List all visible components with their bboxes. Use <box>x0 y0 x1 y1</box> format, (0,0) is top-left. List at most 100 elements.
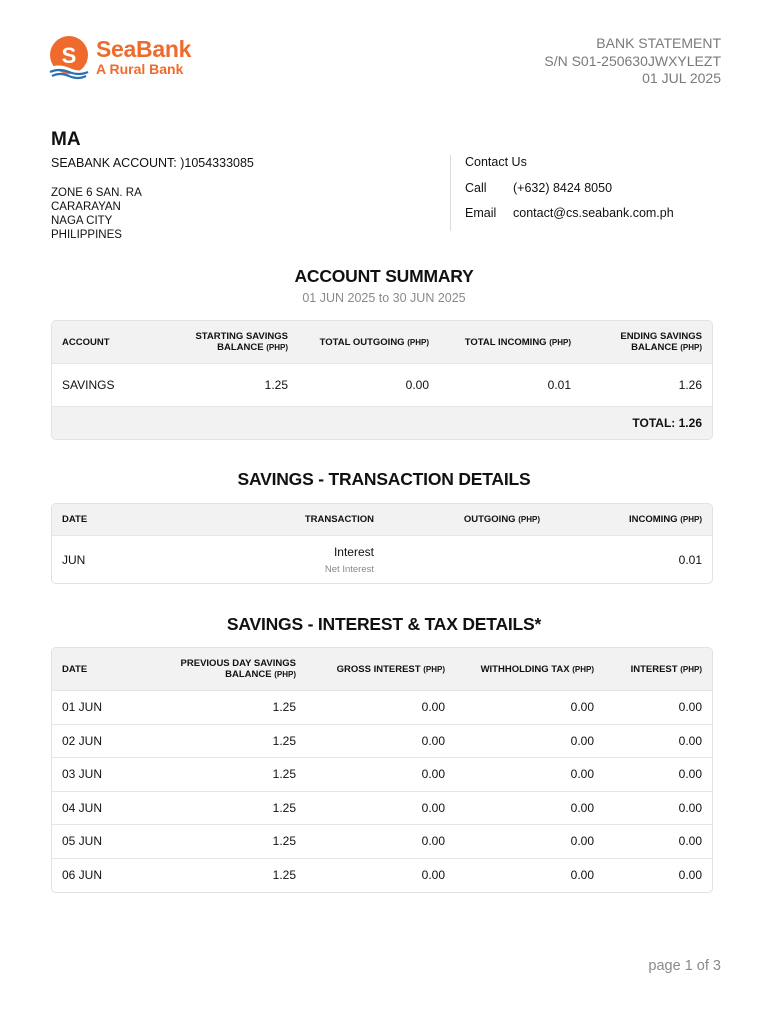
statement-period: 01 JUN 2025 to 30 JUN 2025 <box>302 291 466 305</box>
table-header: ACCOUNT STARTING SAVINGS BALANCE (PHP) T… <box>52 321 712 364</box>
col-date: DATE <box>62 514 88 525</box>
col-incoming: INCOMING (PHP) <box>550 514 712 525</box>
table-row: 03 JUN 1.25 0.00 0.00 0.00 <box>52 758 712 792</box>
contact-call-label: Call <box>465 181 487 195</box>
interest-gross: 0.00 <box>421 767 445 782</box>
interest-net: 0.00 <box>678 767 702 782</box>
contact-title: Contact Us <box>465 155 527 169</box>
col-transaction: TRANSACTION <box>304 514 374 525</box>
col-total-incoming: TOTAL INCOMING (PHP) <box>439 337 581 348</box>
col-starting-balance: STARTING SAVINGS BALANCE (PHP) <box>170 331 298 353</box>
col-interest: INTEREST (PHP) <box>604 664 712 675</box>
page-number: page 1 of 3 <box>648 958 721 974</box>
interest-date: 03 JUN <box>62 767 103 782</box>
tx-incoming: 0.01 <box>678 552 702 567</box>
interest-tax: 0.00 <box>570 767 594 782</box>
contact-email[interactable]: contact@cs.seabank.com.ph <box>513 206 674 220</box>
contact-call-row: Call (+632) 8424 8050 <box>465 181 674 195</box>
col-incoming-label: INCOMING <box>629 514 678 525</box>
interest-tax: 0.00 <box>570 834 594 849</box>
table-row: JUN Interest Net Interest 0.01 <box>52 536 712 583</box>
seabank-logo: S SeaBank A Rural Bank <box>46 34 191 80</box>
col-unit: (PHP) <box>680 664 702 674</box>
col-prev-balance: PREVIOUS DAY SAVINGS BALANCE (PHP) <box>162 658 306 680</box>
col-withholding-tax: WITHHOLDING TAX (PHP) <box>455 664 604 675</box>
col-starting-label-2: BALANCE <box>217 342 264 353</box>
summary-account: SAVINGS <box>62 378 115 392</box>
col-outgoing-label: OUTGOING <box>463 514 516 525</box>
address-line: CARARAYAN <box>51 201 121 213</box>
interest-date: 04 JUN <box>62 800 103 815</box>
summary-outgoing: 0.00 <box>405 378 429 392</box>
interest-gross: 0.00 <box>421 834 445 849</box>
col-prev-label-2: BALANCE <box>225 669 272 680</box>
transaction-details-title: SAVINGS - TRANSACTION DETAILS <box>237 469 531 489</box>
interest-net: 0.00 <box>678 700 702 715</box>
account-summary-table: ACCOUNT STARTING SAVINGS BALANCE (PHP) T… <box>51 320 713 440</box>
col-unit: (PHP) <box>274 670 296 679</box>
interest-net: 0.00 <box>678 834 702 849</box>
summary-incoming: 0.01 <box>547 378 571 392</box>
summary-starting: 1.25 <box>264 378 288 392</box>
statement-date: 01 JUL 2025 <box>642 70 721 86</box>
contact-phone[interactable]: (+632) 8424 8050 <box>513 181 612 195</box>
statement-serial: S/N S01-250630JWXYLEZT <box>544 52 721 69</box>
summary-ending: 1.26 <box>678 378 702 392</box>
table-header: DATE TRANSACTION OUTGOING (PHP) INCOMING… <box>52 504 712 536</box>
interest-net: 0.00 <box>678 800 702 815</box>
address-line: PHILIPPINES <box>51 229 122 241</box>
brand-name: SeaBank <box>96 36 192 62</box>
col-unit: (PHP) <box>407 337 429 347</box>
seabank-logo-icon: S <box>46 34 92 80</box>
table-row: 02 JUN 1.25 0.00 0.00 0.00 <box>52 725 712 758</box>
tx-subtype: Net Interest <box>324 563 374 575</box>
col-ending-label-2: BALANCE <box>631 342 678 353</box>
interest-gross: 0.00 <box>421 733 445 748</box>
svg-text:S: S <box>62 43 77 68</box>
tx-date: JUN <box>62 552 86 567</box>
col-unit: (PHP) <box>266 343 288 352</box>
summary-total-row: TOTAL: 1.26 <box>52 407 712 439</box>
summary-total: TOTAL: 1.26 <box>632 416 702 430</box>
account-summary-title: ACCOUNT SUMMARY <box>294 266 474 286</box>
interest-net: 0.00 <box>678 868 702 883</box>
col-unit: (PHP) <box>680 343 702 352</box>
tx-description: Interest Net Interest <box>172 545 384 575</box>
tx-type: Interest <box>333 544 374 559</box>
interest-balance: 1.25 <box>272 733 296 748</box>
interest-gross: 0.00 <box>421 868 445 883</box>
col-unit: (PHP) <box>572 664 594 674</box>
col-outgoing: OUTGOING (PHP) <box>384 514 550 525</box>
customer-address: ZONE 6 SAN. RA CARARAYAN NAGA CITY PHILI… <box>51 186 142 242</box>
col-unit: (PHP) <box>680 515 702 524</box>
interest-balance: 1.25 <box>272 700 296 715</box>
contact-block: Contact Us Call (+632) 8424 8050 Email c… <box>465 155 674 231</box>
interest-tax: 0.00 <box>570 868 594 883</box>
table-header: DATE PREVIOUS DAY SAVINGS BALANCE (PHP) … <box>52 648 712 691</box>
interest-balance: 1.25 <box>272 767 296 782</box>
customer-name: MA <box>51 129 81 150</box>
table-row: 01 JUN 1.25 0.00 0.00 0.00 <box>52 691 712 725</box>
interest-tax: 0.00 <box>570 700 594 715</box>
interest-tax: 0.00 <box>570 800 594 815</box>
interest-date: 02 JUN <box>62 733 103 748</box>
interest-date: 01 JUN <box>62 700 103 715</box>
col-tax-label: WITHHOLDING TAX <box>480 663 570 675</box>
col-interest-label: INTEREST <box>630 663 678 675</box>
interest-tax-table: DATE PREVIOUS DAY SAVINGS BALANCE (PHP) … <box>51 647 713 893</box>
col-unit: (PHP) <box>518 515 540 524</box>
col-unit: (PHP) <box>423 664 445 674</box>
table-row: SAVINGS 1.25 0.00 0.01 1.26 <box>52 364 712 407</box>
interest-balance: 1.25 <box>272 834 296 849</box>
interest-date: 06 JUN <box>62 868 103 883</box>
transaction-details-table: DATE TRANSACTION OUTGOING (PHP) INCOMING… <box>51 503 713 584</box>
interest-net: 0.00 <box>678 733 702 748</box>
col-gross-interest: GROSS INTEREST (PHP) <box>306 664 455 675</box>
statement-meta: BANK STATEMENT S/N S01-250630JWXYLEZT 01… <box>544 35 721 88</box>
interest-balance: 1.25 <box>272 800 296 815</box>
interest-gross: 0.00 <box>421 800 445 815</box>
table-row: 05 JUN 1.25 0.00 0.00 0.00 <box>52 825 712 859</box>
address-line: ZONE 6 SAN. RA <box>51 187 142 199</box>
col-unit: (PHP) <box>549 337 571 347</box>
account-number: SEABANK ACCOUNT: )1054333085 <box>51 156 254 170</box>
